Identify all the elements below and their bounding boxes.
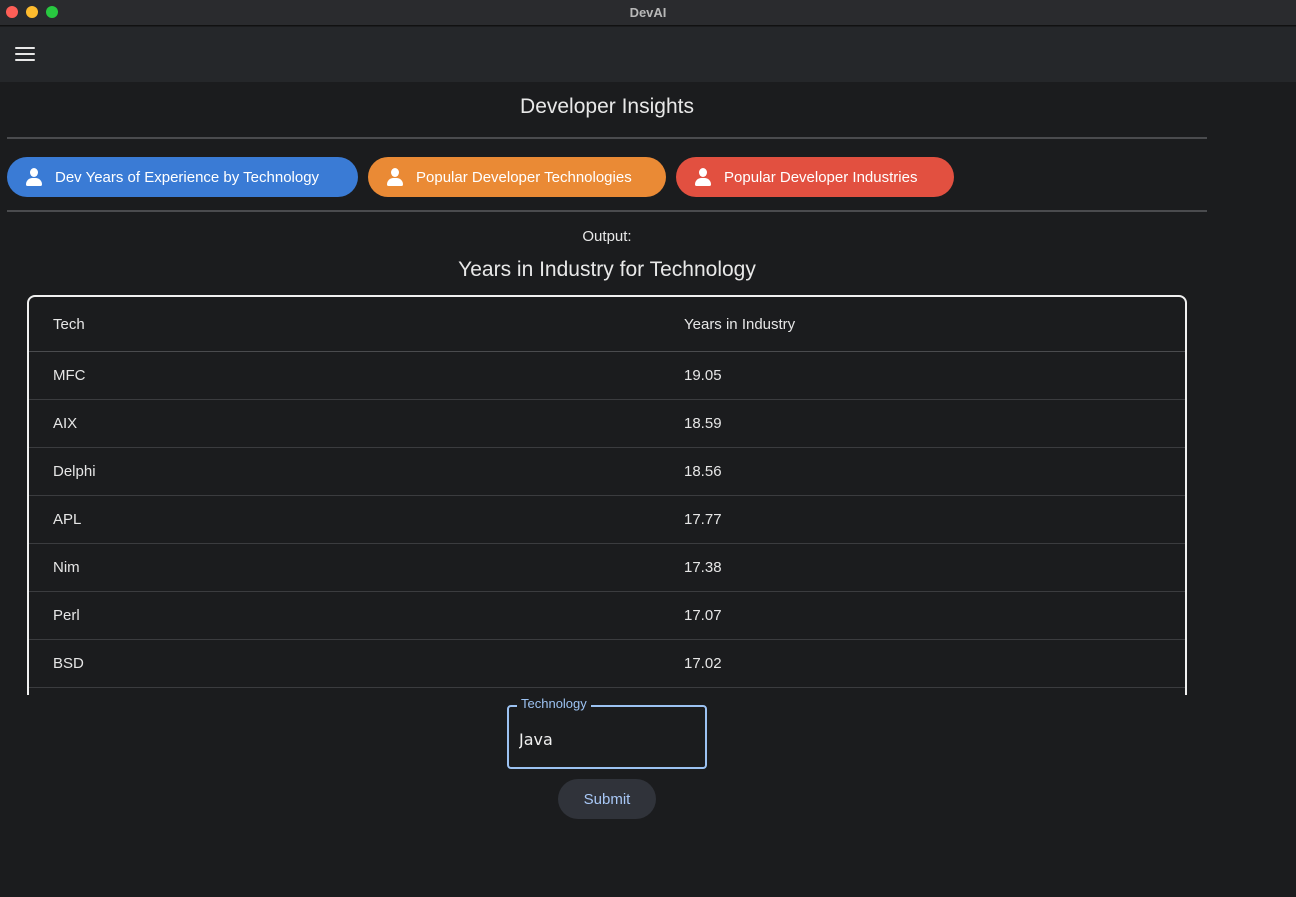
- divider: [7, 137, 1207, 139]
- tab-label: Popular Developer Industries: [724, 168, 918, 186]
- column-header-tech: Tech: [53, 315, 85, 333]
- page-title: Developer Insights: [520, 95, 694, 118]
- app-window: DevAI Developer Insights Dev Years of Ex…: [0, 0, 1296, 897]
- tech-cell: Perl: [53, 607, 80, 624]
- results-table[interactable]: Tech Years in Industry MFC 19.05 AIX 18.…: [27, 295, 1187, 695]
- tech-cell: AIX: [53, 415, 78, 432]
- years-cell: 18.56: [684, 463, 722, 480]
- tech-cell: Nim: [53, 559, 80, 576]
- maximize-window-button[interactable]: [46, 6, 58, 18]
- person-icon: [386, 168, 404, 186]
- tab-popular-industries[interactable]: Popular Developer Industries: [676, 157, 954, 197]
- table-row: Delphi 18.56: [29, 448, 1185, 496]
- years-cell: 17.07: [684, 607, 722, 624]
- insight-tabs: Dev Years of Experience by Technology Po…: [7, 157, 954, 197]
- table-header-row: Tech Years in Industry: [29, 297, 1185, 352]
- table-row: APL 17.77: [29, 496, 1185, 544]
- tech-cell: MFC: [53, 367, 86, 384]
- table-row: MFC 19.05: [29, 352, 1185, 400]
- divider: [7, 210, 1207, 212]
- tech-cell: APL: [53, 511, 82, 528]
- tech-cell: Delphi: [53, 463, 96, 480]
- years-cell: 17.02: [684, 655, 722, 672]
- minimize-window-button[interactable]: [26, 6, 38, 18]
- years-cell: 17.38: [684, 559, 722, 576]
- table-row: Perl 17.07: [29, 592, 1185, 640]
- window-controls: [6, 6, 58, 18]
- tab-label: Popular Developer Technologies: [416, 168, 632, 186]
- submit-button[interactable]: Submit: [558, 779, 656, 819]
- table-row: Nim 17.38: [29, 544, 1185, 592]
- close-window-button[interactable]: [6, 6, 18, 18]
- table-row: BSD 17.02: [29, 640, 1185, 688]
- hamburger-menu-icon[interactable]: [11, 41, 39, 67]
- person-icon: [25, 168, 43, 186]
- technology-input[interactable]: [519, 727, 695, 751]
- technology-field-label: Technology: [517, 696, 591, 711]
- tab-popular-technologies[interactable]: Popular Developer Technologies: [368, 157, 666, 197]
- window-titlebar: DevAI: [0, 0, 1296, 26]
- column-header-years: Years in Industry: [684, 315, 796, 333]
- tab-dev-years-experience[interactable]: Dev Years of Experience by Technology: [7, 157, 358, 197]
- app-bar: [0, 27, 1296, 82]
- tab-label: Dev Years of Experience by Technology: [55, 168, 320, 186]
- output-label: Output:: [582, 228, 632, 245]
- years-cell: 17.77: [684, 511, 722, 528]
- table-row: AIX 18.59: [29, 400, 1185, 448]
- years-cell: 18.59: [684, 415, 722, 432]
- person-icon: [694, 168, 712, 186]
- technology-field: Technology: [507, 696, 707, 769]
- window-title: DevAI: [629, 5, 667, 20]
- years-cell: 19.05: [684, 367, 722, 384]
- tech-cell: BSD: [53, 655, 84, 672]
- table-title: Years in Industry for Technology: [458, 258, 756, 281]
